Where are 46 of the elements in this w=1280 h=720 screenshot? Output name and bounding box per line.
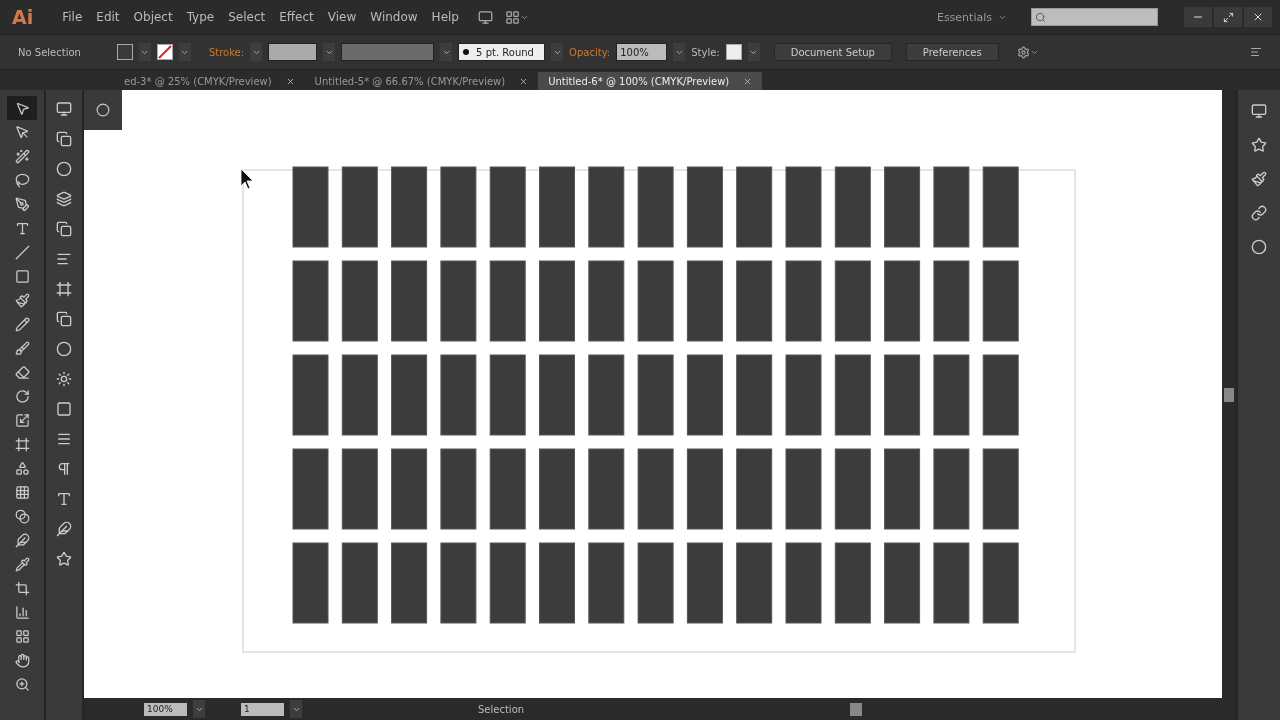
menu-item[interactable]: Help [424, 10, 466, 24]
panel-menu-icon[interactable] [1250, 46, 1262, 58]
style-swatch[interactable] [725, 44, 742, 60]
close-button[interactable] [1244, 7, 1272, 27]
app-logo: Ai [12, 6, 34, 28]
minimize-button[interactable] [1184, 7, 1212, 27]
maximize-button[interactable] [1214, 7, 1242, 27]
cursor-icon [240, 168, 254, 190]
menu-item[interactable]: Object [126, 10, 180, 24]
arrange-documents-icon[interactable] [504, 9, 529, 25]
toolbar-button[interactable]: Preferences [905, 43, 999, 61]
style-label: Style: [691, 46, 720, 58]
current-tool-status: Selection [478, 703, 525, 715]
opacity-label[interactable]: Opacity: [569, 46, 611, 58]
close-icon[interactable] [519, 76, 529, 86]
toolbar-button[interactable]: Document Setup [773, 43, 892, 61]
menu-item[interactable]: Window [363, 10, 425, 24]
menu-item[interactable]: View [320, 10, 364, 24]
menu-item[interactable]: File [55, 10, 90, 24]
horizontal-scroll-thumb[interactable] [850, 702, 863, 716]
variable-width-field[interactable] [341, 43, 435, 61]
close-icon[interactable] [285, 76, 295, 86]
zoom-field[interactable]: 100% [144, 702, 187, 716]
stroke-weight-field[interactable] [268, 43, 318, 61]
opacity-field[interactable]: 100% [616, 43, 668, 61]
menu-item[interactable]: Select [221, 10, 273, 24]
circle-icon [96, 103, 110, 117]
document-tab[interactable]: Untitled-6* @ 100% (CMYK/Preview) [538, 72, 763, 90]
artboard-field[interactable]: 1 [241, 702, 284, 716]
search-icon [1035, 11, 1046, 23]
settings-icon[interactable] [1016, 45, 1039, 59]
selection-status: No Selection [18, 46, 81, 58]
fill-swatch[interactable] [116, 44, 133, 60]
menu-item[interactable]: Edit [89, 10, 127, 24]
maximize-icon [1222, 11, 1234, 23]
brush-field[interactable]: 5 pt. Round [458, 43, 546, 61]
stroke-label[interactable]: Stroke: [208, 46, 245, 58]
search-field[interactable] [1031, 8, 1158, 26]
close-icon[interactable] [743, 76, 753, 86]
close-icon [1252, 11, 1264, 23]
workspace-switcher[interactable]: Essentials [936, 10, 992, 24]
menu-item[interactable]: Type [179, 10, 222, 24]
menu-item[interactable]: Effect [272, 10, 321, 24]
floating-panel[interactable] [84, 90, 122, 130]
dot-icon [462, 48, 471, 56]
stroke-swatch[interactable] [156, 44, 173, 60]
